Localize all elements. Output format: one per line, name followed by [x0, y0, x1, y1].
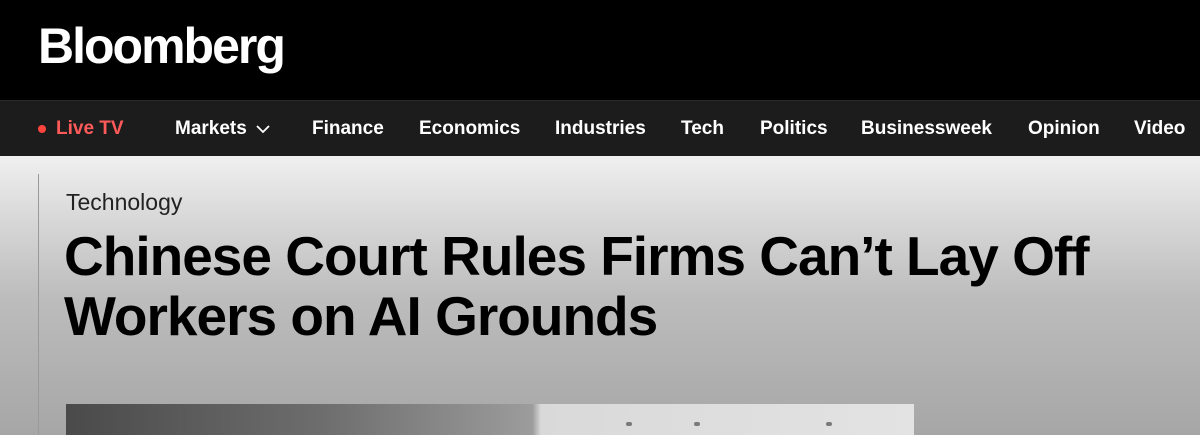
ceiling-light [694, 422, 700, 426]
nav-item-live-tv[interactable]: Live TV [38, 101, 124, 157]
nav-item-label: Tech [681, 118, 724, 139]
article-hero: Technology Chinese Court Rules Firms Can… [0, 156, 1200, 435]
chevron-down-icon [256, 125, 270, 134]
nav-item-label: Politics [760, 118, 828, 139]
nav-item-label: Economics [419, 118, 521, 139]
nav-item-label: Finance [312, 118, 384, 139]
article-lead-image [66, 404, 914, 435]
nav-item-tech[interactable]: Tech [681, 101, 724, 157]
nav-item-economics[interactable]: Economics [419, 101, 520, 157]
nav-item-label: Live TV [56, 118, 124, 139]
article-headline: Chinese Court Rules Firms Can’t Lay Off … [64, 225, 1090, 347]
nav-item-markets[interactable]: Markets [175, 101, 271, 157]
article-kicker[interactable]: Technology [66, 188, 182, 216]
nav-item-politics[interactable]: Politics [760, 101, 828, 157]
nav-item-industries[interactable]: Industries [555, 101, 646, 157]
nav-item-finance[interactable]: Finance [312, 101, 384, 157]
ceiling-light [626, 422, 632, 426]
live-indicator-icon [38, 125, 46, 133]
primary-nav: Live TV Markets Finance Economics Indust… [0, 100, 1200, 156]
nav-item-label: Industries [555, 118, 646, 139]
ceiling-light [826, 422, 832, 426]
hero-divider [38, 174, 39, 435]
nav-item-label: Opinion [1028, 118, 1100, 139]
nav-item-video[interactable]: Video [1134, 101, 1185, 157]
nav-item-label: Markets [175, 118, 247, 139]
nav-item-label: Businessweek [861, 118, 992, 139]
nav-item-opinion[interactable]: Opinion [1028, 101, 1100, 157]
nav-item-label: Video [1134, 118, 1186, 139]
bloomberg-logo[interactable]: Bloomberg [38, 14, 286, 78]
masthead: Bloomberg [0, 0, 1200, 100]
nav-item-businessweek[interactable]: Businessweek [861, 101, 992, 157]
